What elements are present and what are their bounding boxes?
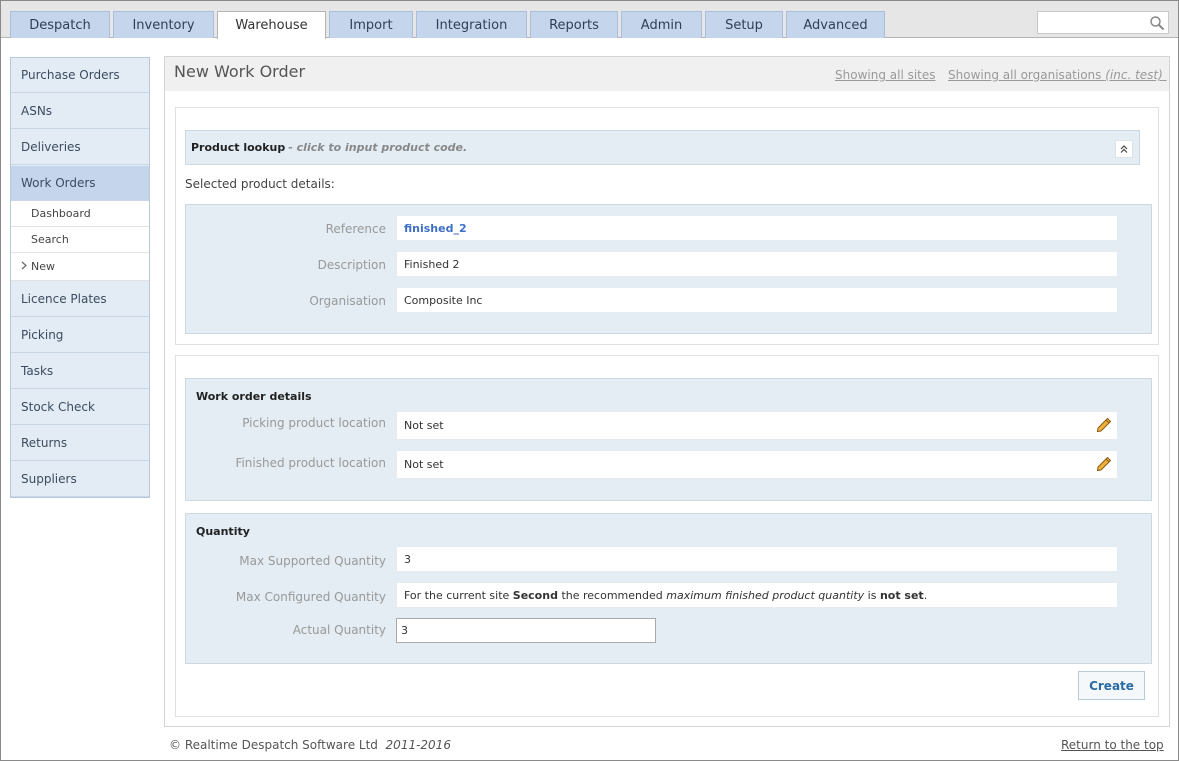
collapse-button[interactable] [1115,140,1133,158]
product-details-box: Reference finished_2 Description Finishe… [185,204,1152,334]
sidebar-subitem-dashboard[interactable]: Dashboard [11,201,149,227]
sidebar-item-asns[interactable]: ASNs [11,94,149,129]
chevron-right-icon [21,261,27,270]
tab-import[interactable]: Import [329,11,413,38]
max-supported-value: 3 [396,546,1118,572]
copyright-text: © Realtime Despatch Software Ltd [169,738,378,752]
sidebar-subitem-new[interactable]: New [11,253,149,281]
page-title: New Work Order [174,62,306,81]
tab-advanced[interactable]: Advanced [786,11,885,38]
create-button[interactable]: Create [1078,671,1145,700]
pencil-icon[interactable] [1096,417,1112,433]
picking-location-text: Not set [404,419,444,432]
return-to-top-link[interactable]: Return to the top [1061,738,1164,752]
organisation-value: Composite Inc [396,287,1118,313]
description-label: Description [317,258,386,272]
product-lookup-label: Product lookup [191,141,286,154]
reference-value[interactable]: finished_2 [396,215,1118,241]
max-configured-label: Max Configured Quantity [235,590,386,604]
tab-setup[interactable]: Setup [705,11,783,38]
product-lookup-hint: - click to input product code. [288,141,468,154]
double-chevron-up-icon [1120,145,1128,153]
max-supported-label: Max Supported Quantity [239,554,386,568]
tab-despatch[interactable]: Despatch [10,11,110,38]
picking-location-value: Not set [396,411,1118,440]
footer-copyright: © Realtime Despatch Software Ltd 2011-20… [169,738,451,752]
description-value: Finished 2 [396,251,1118,277]
sidebar-item-stock-check[interactable]: Stock Check [11,390,149,425]
max-configured-text: For the current site Second the recommen… [404,588,928,602]
page-header: New Work Order Showing all sites Showing… [165,57,1169,91]
showing-all-organisations-link[interactable]: Showing all organisations (inc. test) [948,68,1167,82]
finished-location-label: Finished product location [235,456,386,470]
finished-location-value: Not set [396,450,1118,479]
organisations-link-suffix: (inc. test) [1105,68,1163,82]
sidebar-item-suppliers[interactable]: Suppliers [11,462,149,497]
showing-all-sites-link[interactable]: Showing all sites [835,68,936,82]
tab-inventory[interactable]: Inventory [113,11,214,38]
sidebar-item-purchase-orders[interactable]: Purchase Orders [11,58,149,93]
tab-integration[interactable]: Integration [416,11,527,38]
sidebar-item-returns[interactable]: Returns [11,426,149,461]
search-input[interactable] [1041,13,1149,33]
reference-label: Reference [325,222,386,236]
sidebar: Purchase Orders ASNs Deliveries Work Ord… [10,57,150,498]
sidebar-item-picking[interactable]: Picking [11,318,149,353]
search-box[interactable] [1037,11,1169,34]
tab-reports[interactable]: Reports [530,11,618,38]
sidebar-item-deliveries[interactable]: Deliveries [11,130,149,165]
organisations-link-text: Showing all organisations [948,68,1102,82]
picking-location-label: Picking product location [242,416,386,430]
tab-admin[interactable]: Admin [621,11,702,38]
sidebar-subitem-new-label: New [31,260,55,273]
quantity-title: Quantity [196,525,250,538]
sidebar-item-tasks[interactable]: Tasks [11,354,149,389]
max-configured-value: For the current site Second the recommen… [396,582,1118,608]
product-lookup-bar[interactable]: Product lookup - click to input product … [185,130,1140,165]
top-nav-bar: Despatch Inventory Warehouse Import Inte… [1,1,1178,39]
work-order-details-box: Work order details Picking product locat… [185,378,1152,501]
search-icon[interactable] [1149,15,1165,31]
selected-product-heading: Selected product details: [185,177,335,191]
pencil-icon[interactable] [1096,456,1112,472]
actual-quantity-label: Actual Quantity [292,623,386,637]
quantity-box: Quantity Max Supported Quantity 3 Max Co… [185,513,1152,664]
sidebar-subitem-search[interactable]: Search [11,227,149,253]
copyright-years: 2011-2016 [385,738,451,752]
sidebar-item-work-orders[interactable]: Work Orders [11,166,149,201]
tab-warehouse[interactable]: Warehouse [217,11,326,39]
work-order-details-title: Work order details [196,390,312,403]
organisation-label: Organisation [309,294,386,308]
sidebar-item-licence-plates[interactable]: Licence Plates [11,282,149,317]
finished-location-text: Not set [404,458,444,471]
actual-quantity-input[interactable] [396,618,656,643]
